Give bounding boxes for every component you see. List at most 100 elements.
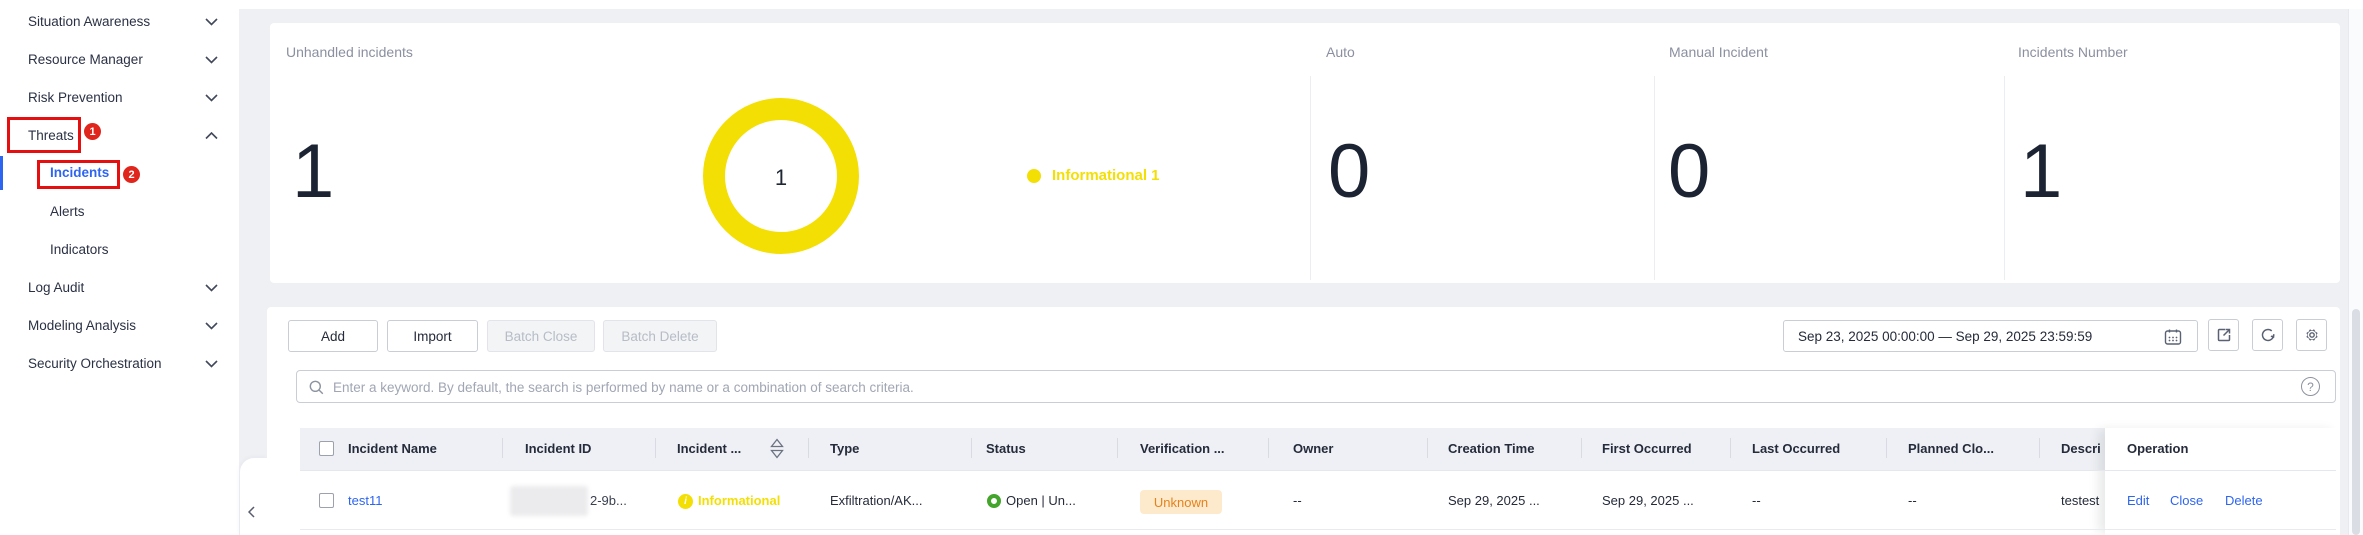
column-header-type[interactable]: Type (830, 441, 859, 456)
creation-time-value: Sep 29, 2025 ... (1448, 493, 1540, 508)
sidebar-item-indicators[interactable]: Indicators (50, 242, 109, 257)
date-range-picker[interactable]: Sep 23, 2025 00:00:00 — Sep 29, 2025 23:… (1783, 320, 2198, 352)
column-header-owner[interactable]: Owner (1293, 441, 1333, 456)
auto-label: Auto (1326, 44, 1355, 60)
batch-close-button[interactable]: Batch Close (487, 320, 595, 352)
info-icon: i (678, 494, 693, 509)
annotation-box-incidents (37, 160, 120, 189)
delete-link[interactable]: Delete (2225, 493, 2263, 508)
manual-incident-value: 0 (1668, 134, 1709, 210)
calendar-icon[interactable] (2164, 328, 2182, 346)
column-divider (808, 438, 809, 458)
batch-delete-button[interactable]: Batch Delete (603, 320, 717, 352)
settings-button[interactable] (2296, 319, 2327, 351)
auto-value: 0 (1328, 134, 1369, 210)
import-button[interactable]: Import (387, 320, 478, 352)
column-divider (502, 438, 503, 458)
search-bar: ? (296, 370, 2336, 403)
column-divider (1268, 438, 1269, 458)
search-icon (309, 380, 324, 395)
export-icon (2216, 327, 2232, 343)
gear-icon (2304, 327, 2320, 343)
column-divider (655, 438, 656, 458)
description-value: testest (2061, 493, 2105, 508)
chevron-down-icon[interactable] (205, 56, 218, 64)
column-header-last-occurred[interactable]: Last Occurred (1752, 441, 1840, 456)
column-header-incident-id[interactable]: Incident ID (525, 441, 591, 456)
annotation-step-1-badge: 1 (84, 123, 101, 140)
close-link[interactable]: Close (2170, 493, 2203, 508)
stats-card: Unhandled incidents 1 1 Informational 1 … (270, 23, 2340, 283)
column-divider (1427, 438, 1428, 458)
chevron-down-icon[interactable] (205, 18, 218, 26)
column-header-status[interactable]: Status (986, 441, 1026, 456)
chevron-down-icon[interactable] (205, 284, 218, 292)
help-icon[interactable]: ? (2301, 377, 2320, 396)
legend-dot (1027, 169, 1041, 183)
row-divider (300, 529, 2336, 530)
column-divider (1886, 438, 1887, 458)
status-value: Open | Un... (1006, 493, 1076, 508)
planned-closure-value: -- (1908, 493, 1917, 508)
select-all-checkbox[interactable] (319, 441, 334, 456)
first-occurred-value: Sep 29, 2025 ... (1602, 493, 1694, 508)
collapse-arrow-icon (248, 506, 255, 518)
column-header-verification[interactable]: Verification ... (1140, 441, 1225, 456)
refresh-button[interactable] (2252, 319, 2283, 351)
last-occurred-value: -- (1752, 493, 1761, 508)
chevron-down-icon[interactable] (205, 360, 218, 368)
stats-divider (2004, 76, 2005, 280)
status-open-icon (987, 494, 1001, 508)
scrollbar-thumb[interactable] (2352, 309, 2360, 535)
search-input[interactable] (331, 371, 2235, 404)
sidebar-item-resource-manager[interactable]: Resource Manager (28, 52, 143, 67)
sidebar-item-risk-prevention[interactable]: Risk Prevention (28, 90, 123, 105)
sidebar-item-security-orchestration[interactable]: Security Orchestration (28, 356, 162, 371)
stats-divider (1310, 76, 1311, 280)
chevron-down-icon[interactable] (205, 94, 218, 102)
sidebar-collapse-tab[interactable] (240, 458, 267, 535)
export-button[interactable] (2208, 319, 2239, 351)
column-header-first-occurred[interactable]: First Occurred (1602, 441, 1692, 456)
header-divider (300, 470, 2336, 471)
date-range-text: Sep 23, 2025 00:00:00 — Sep 29, 2025 23:… (1798, 329, 2092, 344)
sidebar-item-modeling-analysis[interactable]: Modeling Analysis (28, 318, 136, 333)
scrollbar-track[interactable] (2348, 9, 2363, 535)
column-header-planned-closure[interactable]: Planned Clo... (1908, 441, 1994, 456)
sidebar-item-situation-awareness[interactable]: Situation Awareness (28, 14, 150, 29)
column-header-incident-level[interactable]: Incident ... (677, 441, 741, 456)
manual-incident-label: Manual Incident (1669, 44, 1768, 60)
unhandled-incidents-label: Unhandled incidents (286, 44, 413, 60)
column-divider (1117, 438, 1118, 458)
chevron-up-icon[interactable] (205, 132, 218, 140)
refresh-icon (2260, 327, 2276, 343)
column-header-description[interactable]: Descri (2061, 441, 2105, 456)
import-button-label: Import (413, 329, 451, 344)
edit-link[interactable]: Edit (2127, 493, 2149, 508)
legend-informational[interactable]: Informational 1 (1052, 167, 1160, 184)
redacted-id-blur (510, 486, 588, 516)
secmaster-incidents-page: Situation Awareness Resource Manager Ris… (0, 0, 2363, 535)
add-button[interactable]: Add (288, 320, 378, 352)
batch-delete-button-label: Batch Delete (621, 329, 698, 344)
batch-close-button-label: Batch Close (505, 329, 578, 344)
annotation-step-2-badge: 2 (123, 166, 140, 183)
top-header-strip (0, 0, 2363, 9)
column-divider (1581, 438, 1582, 458)
annotation-box-threats (7, 117, 81, 153)
incidents-number-label: Incidents Number (2018, 44, 2128, 60)
type-value: Exfiltration/AK... (830, 493, 922, 508)
incident-id-value: 2-9b... (590, 493, 627, 508)
sort-icon[interactable] (770, 438, 784, 459)
incident-name-link[interactable]: test11 (348, 493, 382, 508)
verification-status-badge: Unknown (1140, 490, 1222, 514)
column-divider (2039, 438, 2040, 458)
sidebar-item-log-audit[interactable]: Log Audit (28, 280, 84, 295)
column-header-incident-name[interactable]: Incident Name (348, 441, 437, 456)
sidebar: Situation Awareness Resource Manager Ris… (0, 0, 239, 535)
row-checkbox[interactable] (319, 493, 334, 508)
add-button-label: Add (321, 329, 345, 344)
sidebar-item-alerts[interactable]: Alerts (50, 204, 85, 219)
chevron-down-icon[interactable] (205, 322, 218, 330)
column-header-creation-time[interactable]: Creation Time (1448, 441, 1534, 456)
